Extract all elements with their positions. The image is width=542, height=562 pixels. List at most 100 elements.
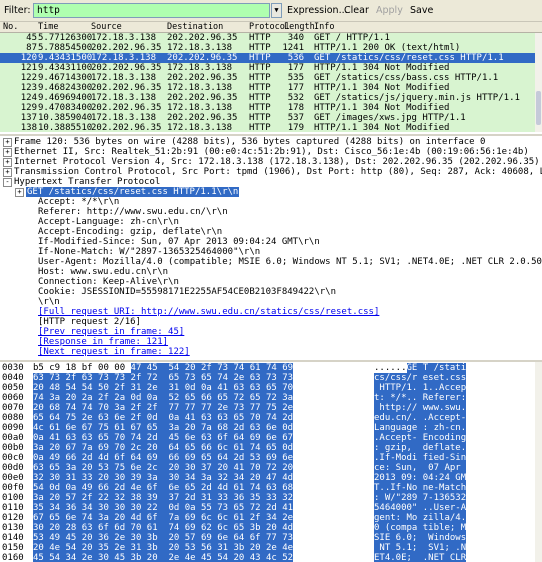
detail-link[interactable]: [Next request in frame: 122] [38,347,190,357]
hex-bytes[interactable]: 74 3a 20 2a 2f 2a 0d 0a 52 65 66 65 72 6… [33,393,294,403]
detail-line[interactable]: + Frame 120: 536 bytes on wire (4288 bits… [3,137,485,147]
col-source[interactable]: Source [91,22,122,32]
col-time[interactable]: Time [38,22,58,32]
packet-row[interactable]: 87 5.78854500 202.202.96.35 172.18.3.138 HTT… [0,43,542,53]
filter-dropdown-button[interactable]: ▼ [271,3,282,18]
detail-line[interactable]: + Transmission Control Protocol, Src Port… [3,167,542,177]
hex-ascii[interactable]: edu.cn/. .Accept- [374,413,467,423]
hex-bytes[interactable]: 20 48 54 54 50 2f 31 2e 31 0d 0a 41 63 6… [33,383,294,393]
hex-bytes[interactable]: 30 20 28 63 6f 6d 70 61 74 69 62 6c 65 3… [33,523,294,533]
col-info[interactable]: Info [314,22,334,32]
detail-line[interactable]: + Internet Protocol Version 4, Src: 172.1… [3,157,540,167]
packet-row[interactable]: 138 10.3885510 202.202.96.35 172.18.3.138 HT… [0,123,542,132]
hex-ascii[interactable]: 2013 09: 04:24 GM [374,473,467,483]
expand-icon[interactable]: + [3,148,12,157]
detail-line[interactable]: [Next request in frame: 122] [38,347,190,357]
expression-button[interactable]: Expression... [287,5,348,16]
detail-line[interactable]: Cookie: JSESSIONID=55598171E2255AF54CE0B… [38,287,336,297]
hex-ascii[interactable]: t: */*.. Referer: [374,393,467,403]
hex-bytes[interactable]: 3a 20 57 2f 22 32 38 39 37 2d 31 33 36 3… [33,493,294,503]
hex-row: 00d0 63 65 3a 20 53 75 6e 2c 20 30 37 20 … [0,463,535,473]
hex-bytes[interactable]: 54 0d 0a 49 66 2d 4e 6f 6e 65 2d 4d 61 7… [33,483,294,493]
hex-ascii[interactable]: .Accept- Encoding [374,433,467,443]
detail-line[interactable]: User-Agent: Mozilla/4.0 (compatible; MSI… [38,257,542,267]
hex-ascii[interactable]: : gzip, deflate. [374,443,467,453]
hex-ascii[interactable]: T..If-No ne-Match [374,483,467,493]
hex-row: 00f0 54 0d 0a 49 66 2d 4e 6f 6e 65 2d 4d … [0,483,535,493]
packet-row[interactable]: 129 9.47083400 202.202.96.35 172.18.3.138 HT… [0,103,542,113]
detail-line[interactable]: + GET /statics/css/reset.css HTTP/1.1\r\n [15,187,240,197]
col-destination[interactable]: Destination [167,22,223,32]
hex-bytes[interactable]: 20 68 74 74 70 3a 2f 2f 77 77 77 2e 73 7… [33,403,294,413]
hex-ascii[interactable]: : W/"289 7-136532 [374,493,467,503]
detail-line[interactable]: Accept-Language: zh-cn\r\n [38,217,179,227]
hex-bytes[interactable]: 63 73 2f 63 73 73 2f 72 65 73 65 74 2e 6… [33,373,294,383]
hex-ascii[interactable]: HTTP/1. 1..Accep [374,383,467,393]
clear-button[interactable]: Clear [344,5,369,16]
hex-bytes[interactable]: 65 64 75 2e 63 6e 2f 0d 0a 41 63 63 65 7… [33,413,294,423]
expand-icon[interactable]: + [15,188,24,197]
hex-ascii[interactable]: SIE 6.0; Windows [374,533,467,543]
detail-line[interactable]: Connection: Keep-Alive\r\n [38,277,179,287]
packet-bytes-scrollbar[interactable] [535,362,542,562]
detail-line[interactable]: Accept: */*\r\n [38,197,119,207]
hex-ascii[interactable]: ce: Sun, 07 Apr [374,463,467,473]
detail-line[interactable]: [Full request URI: http://www.swu.edu.cn… [38,307,379,317]
packet-row[interactable]: 124 9.46969400 172.18.3.138 202.202.96.35 HT… [0,93,542,103]
expand-icon[interactable]: + [3,158,12,167]
packet-row[interactable]: 122 9.46714300 172.18.3.138 202.202.96.35 HT… [0,73,542,83]
col-length[interactable]: Length [284,22,315,32]
packet-row[interactable]: 120 9.43431500 172.18.3.138 202.202.96.35 HT… [0,53,542,63]
hex-ascii[interactable]: 0 (compa tible; M [374,523,467,533]
packet-list-scroll-thumb[interactable] [536,91,541,125]
detail-link[interactable]: [Full request URI: http://www.swu.edu.cn… [38,307,379,317]
detail-line[interactable]: [Prev request in frame: 45] [38,327,184,337]
hex-ascii[interactable]: .If-Modi fied-Sin [374,453,467,463]
hex-bytes[interactable]: 3a 20 67 7a 69 70 2c 20 64 65 66 6c 61 7… [33,443,294,453]
detail-link[interactable]: [Response in frame: 121] [38,337,168,347]
hex-bytes[interactable]: 35 34 36 34 30 30 30 22 0d 0a 55 73 65 7… [33,503,294,513]
packet-row[interactable]: 45 5.77126300 172.18.3.138 202.202.96.35 HTT… [0,33,542,43]
detail-line[interactable]: If-Modified-Since: Sun, 07 Apr 2013 09:0… [38,237,320,247]
hex-bytes[interactable]: 0a 49 66 2d 4d 6f 64 69 66 69 65 64 2d 5… [33,453,294,463]
packet-row[interactable]: 123 9.46824300 202.202.96.35 172.18.3.138 HT… [0,83,542,93]
hex-ascii[interactable]: ET4.0E; .NET CLR [374,553,467,562]
col-no[interactable]: No. [3,22,18,32]
packet-row[interactable]: 121 9.43431100 202.202.96.35 172.18.3.138 HT… [0,63,542,73]
collapse-icon[interactable]: - [3,178,12,187]
expand-icon[interactable]: + [3,138,12,147]
hex-ascii[interactable]: gent: Mo zilla/4. [374,513,467,523]
detail-line[interactable]: - Hypertext Transfer Protocol [3,177,160,187]
apply-button[interactable]: Apply [376,5,403,16]
hex-ascii[interactable]: cs/css/r eset.css [374,373,467,383]
detail-line[interactable]: [HTTP request 2/16] [38,317,141,327]
hex-bytes[interactable]: 20 4e 54 20 35 2e 31 3b 20 53 56 31 3b 2… [33,543,294,553]
hex-ascii[interactable]: Language : zh-cn. [374,423,467,433]
hex-bytes[interactable]: 45 54 34 2e 30 45 3b 20 2e 4e 45 54 20 4… [33,553,294,562]
hex-ascii[interactable]: NT 5.1; SV1; .N [374,543,467,553]
packet-row[interactable]: 137 10.3859040 172.18.3.138 202.202.96.35 HT… [0,113,542,123]
detail-line[interactable]: Accept-Encoding: gzip, deflate\r\n [38,227,222,237]
hex-ascii[interactable]: 5464000" ..User-A [374,503,467,513]
hex-bytes[interactable]: 0a 41 63 63 65 70 74 2d 45 6e 63 6f 64 6… [33,433,294,443]
detail-line[interactable]: Referer: http://www.swu.edu.cn/\r\n [38,207,228,217]
hex-bytes[interactable]: 32 30 31 33 20 30 39 3a 30 34 3a 32 34 2… [33,473,294,483]
packet-cell-proto: HTTP [249,53,271,63]
detail-line[interactable]: If-None-Match: W/"2897-1365325464000"\r\… [38,247,260,257]
detail-line[interactable]: \r\n [38,297,60,307]
filter-input[interactable]: http [33,3,270,18]
hex-bytes[interactable]: 63 65 3a 20 53 75 6e 2c 20 30 37 20 41 7… [33,463,294,473]
hex-ascii[interactable]: ......GE T /stati [374,363,467,373]
hex-bytes[interactable]: 53 49 45 20 36 2e 30 3b 20 57 69 6e 64 6… [33,533,294,543]
save-button[interactable]: Save [410,5,433,16]
expand-icon[interactable]: + [3,168,12,177]
packet-list-scrollbar[interactable] [535,33,542,132]
hex-ascii[interactable]: http:// www.swu. [374,403,467,413]
detail-line[interactable]: [Response in frame: 121] [38,337,168,347]
hex-bytes[interactable]: 67 65 6e 74 3a 20 4d 6f 7a 69 6c 6c 61 2… [33,513,294,523]
hex-bytes[interactable]: b5 c9 18 bf 00 00 47 45 54 20 2f 73 74 6… [33,363,294,373]
detail-link[interactable]: [Prev request in frame: 45] [38,327,184,337]
hex-bytes[interactable]: 4c 61 6e 67 75 61 67 65 3a 20 7a 68 2d 6… [33,423,294,433]
detail-line[interactable]: Host: www.swu.edu.cn\r\n [38,267,168,277]
detail-line[interactable]: + Ethernet II, Src: Realtek_51:2b:91 (00:… [3,147,529,157]
